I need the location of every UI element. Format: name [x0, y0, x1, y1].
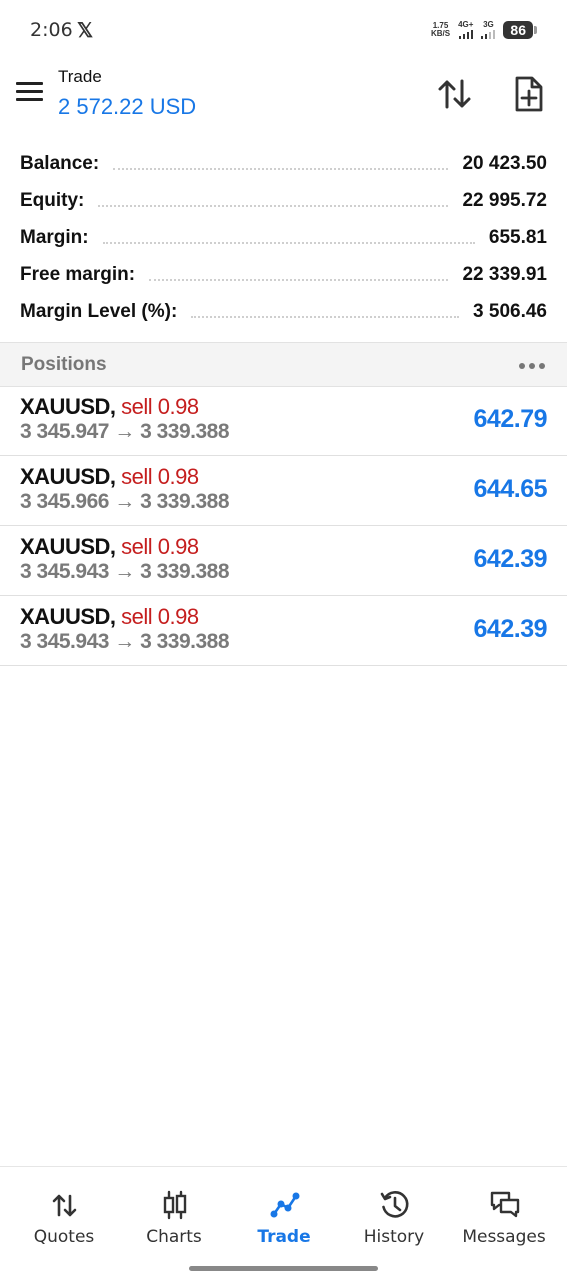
equity-label: Equity: — [20, 189, 85, 211]
position-profit: 642.79 — [473, 405, 548, 433]
status-bar: 2:06 𝕏 1.75 KB/S 4G+ 3G 86 — [0, 0, 567, 60]
positions-list: XAUUSD, sell 0.98 3 345.947 → 3 339.388 … — [0, 386, 567, 666]
position-row[interactable]: XAUUSD, sell 0.98 3 345.966 → 3 339.388 … — [0, 456, 567, 526]
nav-quotes[interactable]: Quotes — [9, 1167, 119, 1267]
x-logo-icon: 𝕏 — [77, 20, 94, 42]
dotted-leader — [102, 241, 475, 244]
network-speed: 1.75 KB/S — [430, 21, 451, 38]
sort-icon[interactable] — [435, 74, 475, 114]
positions-title: Positions — [21, 354, 107, 375]
signal-4g-icon: 4G+ — [458, 20, 473, 39]
new-order-icon[interactable] — [509, 74, 549, 114]
nav-charts[interactable]: Charts — [119, 1167, 229, 1267]
nav-label: Charts — [146, 1227, 202, 1247]
home-indicator[interactable] — [189, 1266, 378, 1271]
status-indicators: 1.75 KB/S 4G+ 3G 86 — [431, 20, 537, 39]
position-row[interactable]: XAUUSD, sell 0.98 3 345.943 → 3 339.388 … — [0, 526, 567, 596]
history-icon — [380, 1191, 409, 1218]
position-type: sell 0.98 — [121, 464, 199, 489]
position-type: sell 0.98 — [121, 534, 199, 559]
nav-label: Quotes — [33, 1227, 95, 1247]
balance-row: Balance: 20 423.50 — [0, 145, 567, 182]
position-type: sell 0.98 — [121, 394, 199, 419]
menu-icon[interactable] — [16, 82, 43, 102]
margin-level-value: 3 506.46 — [473, 300, 547, 322]
dotted-leader — [98, 204, 449, 207]
balance-value: 20 423.50 — [462, 152, 547, 174]
position-profit: 642.39 — [473, 545, 548, 573]
signal-3g-label: 3G — [483, 20, 494, 29]
nav-label: Messages — [462, 1227, 546, 1247]
account-profit: 2 572.22 USD — [58, 94, 197, 119]
position-prices: 3 345.943 → 3 339.388 — [20, 560, 230, 583]
nav-history[interactable]: History — [339, 1167, 449, 1267]
nav-label: Trade — [257, 1227, 311, 1247]
margin-value: 655.81 — [488, 226, 547, 248]
margin-label: Margin: — [20, 226, 89, 248]
messages-icon — [490, 1191, 520, 1218]
app-header: Trade 2 572.22 USD — [0, 60, 567, 130]
dotted-leader — [191, 315, 460, 318]
margin-level-label: Margin Level (%): — [20, 300, 178, 322]
position-profit: 644.65 — [473, 475, 548, 503]
charts-icon — [163, 1190, 187, 1220]
position-symbol: XAUUSD, — [20, 464, 116, 489]
position-prices: 3 345.943 → 3 339.388 — [20, 630, 230, 653]
account-summary: Balance: 20 423.50 Equity: 22 995.72 Mar… — [0, 145, 567, 330]
dotted-leader — [113, 167, 449, 170]
network-speed-unit: KB/S — [430, 28, 451, 38]
battery-level: 86 — [503, 20, 533, 39]
battery-icon: 86 — [503, 20, 537, 39]
signal-3g-icon: 3G — [481, 20, 496, 39]
page-title: Trade — [58, 67, 102, 86]
positions-section-header: Positions — [0, 342, 567, 387]
position-prices: 3 345.947 → 3 339.388 — [20, 420, 230, 443]
equity-row: Equity: 22 995.72 — [0, 182, 567, 219]
position-prices: 3 345.966 → 3 339.388 — [20, 490, 230, 513]
position-symbol: XAUUSD, — [20, 534, 116, 559]
nav-label: History — [363, 1227, 425, 1247]
dotted-leader — [149, 278, 449, 281]
position-symbol: XAUUSD, — [20, 394, 116, 419]
position-profit: 642.39 — [473, 615, 548, 643]
more-options-icon[interactable] — [519, 363, 545, 369]
position-row[interactable]: XAUUSD, sell 0.98 3 345.943 → 3 339.388 … — [0, 596, 567, 666]
position-row[interactable]: XAUUSD, sell 0.98 3 345.947 → 3 339.388 … — [0, 386, 567, 456]
position-type: sell 0.98 — [121, 604, 199, 629]
nav-trade[interactable]: Trade — [229, 1167, 339, 1267]
margin-level-row: Margin Level (%): 3 506.46 — [0, 293, 567, 330]
balance-label: Balance: — [20, 152, 100, 174]
free-margin-row: Free margin: 22 339.91 — [0, 256, 567, 293]
trade-icon — [270, 1192, 300, 1218]
position-symbol: XAUUSD, — [20, 604, 116, 629]
status-time: 2:06 — [30, 19, 73, 41]
free-margin-value: 22 339.91 — [462, 263, 547, 285]
margin-row: Margin: 655.81 — [0, 219, 567, 256]
free-margin-label: Free margin: — [20, 263, 136, 285]
bottom-navigation: Quotes Charts Trade History Messages — [0, 1166, 567, 1281]
equity-value: 22 995.72 — [462, 189, 547, 211]
signal-4g-label: 4G+ — [458, 20, 474, 29]
quotes-icon — [52, 1194, 77, 1217]
nav-messages[interactable]: Messages — [449, 1167, 559, 1267]
